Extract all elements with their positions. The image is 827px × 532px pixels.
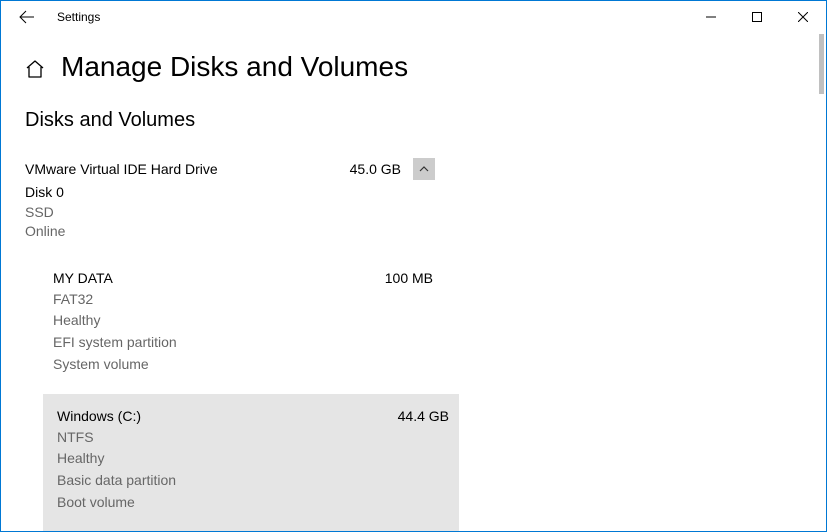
disk-size: 45.0 GB <box>350 161 401 177</box>
disk-meta: Disk 0 SSD Online <box>25 183 802 242</box>
volume-item[interactable]: MY DATA 100 MB FAT32 Healthy EFI system … <box>53 260 447 386</box>
volume-health: Healthy <box>57 448 449 470</box>
close-button[interactable] <box>780 1 826 33</box>
volume-size: 100 MB <box>385 270 433 286</box>
minimize-button[interactable] <box>688 1 734 33</box>
section-title: Disks and Volumes <box>25 109 802 132</box>
window-controls <box>688 1 826 33</box>
window-title: Settings <box>57 10 100 24</box>
volume-partition-type: Basic data partition <box>57 470 449 492</box>
disk-name: VMware Virtual IDE Hard Drive <box>25 161 350 177</box>
page-title: Manage Disks and Volumes <box>61 51 408 83</box>
titlebar: Settings <box>1 1 826 33</box>
back-arrow-icon <box>19 9 35 25</box>
disk-status: Online <box>25 222 802 242</box>
volume-size: 44.4 GB <box>398 408 449 424</box>
volume-meta: NTFS Healthy Basic data partition Boot v… <box>57 427 449 514</box>
home-icon[interactable] <box>25 59 45 79</box>
maximize-icon <box>752 12 762 22</box>
back-button[interactable] <box>13 3 41 31</box>
volume-meta: FAT32 Healthy EFI system partition Syste… <box>53 289 433 376</box>
volume-partition-type: EFI system partition <box>53 332 433 354</box>
volume-name: Windows (C:) <box>57 408 398 424</box>
collapse-button[interactable] <box>413 158 435 180</box>
volume-fs: FAT32 <box>53 289 433 311</box>
volume-health: Healthy <box>53 310 433 332</box>
minimize-icon <box>706 12 716 22</box>
chevron-up-icon <box>418 163 430 175</box>
disk-header-row[interactable]: VMware Virtual IDE Hard Drive 45.0 GB <box>25 158 435 180</box>
volume-name: MY DATA <box>53 270 385 286</box>
close-icon <box>798 12 808 22</box>
disk-type: SSD <box>25 203 802 223</box>
volume-item-selected[interactable]: Windows (C:) 44.4 GB NTFS Healthy Basic … <box>43 394 459 531</box>
volume-role: System volume <box>53 354 433 376</box>
content-area: Manage Disks and Volumes Disks and Volum… <box>1 33 826 531</box>
volume-fs: NTFS <box>57 427 449 449</box>
page-header: Manage Disks and Volumes <box>25 51 802 83</box>
volume-role: Boot volume <box>57 492 449 514</box>
maximize-button[interactable] <box>734 1 780 33</box>
disk-id: Disk 0 <box>25 183 802 203</box>
